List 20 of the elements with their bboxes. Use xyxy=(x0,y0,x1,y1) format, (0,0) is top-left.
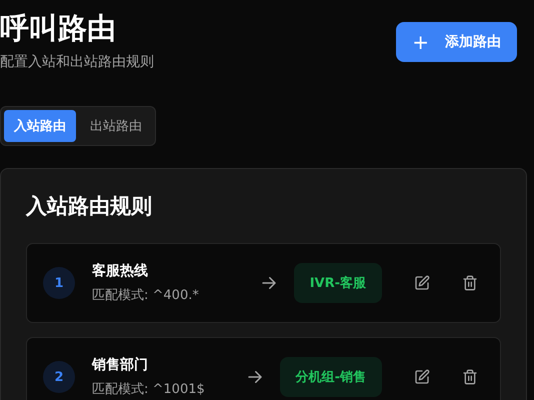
delete-icon[interactable] xyxy=(462,369,478,385)
page-title: 呼叫路由 xyxy=(0,10,117,47)
route-tab[interactable]: 出站路由 xyxy=(80,110,152,142)
delete-icon[interactable] xyxy=(462,275,478,291)
panel-title: 入站路由规则 xyxy=(26,193,153,220)
route-tab[interactable]: 入站路由 xyxy=(4,110,76,142)
route-target: 分机组-销售 xyxy=(280,357,382,397)
route-number: 1 xyxy=(43,267,75,299)
route-name: 销售部门 xyxy=(92,356,149,375)
add-route-button[interactable]: + 添加路由 xyxy=(396,22,517,62)
route-number: 2 xyxy=(43,361,75,393)
route-pattern: 匹配模式: ^400.* xyxy=(92,287,200,305)
page-subtitle: 配置入站和出站路由规则 xyxy=(0,53,154,72)
edit-icon[interactable] xyxy=(414,369,430,385)
route-target: IVR-客服 xyxy=(294,263,382,303)
route-name: 客服热线 xyxy=(92,262,149,281)
arrow-icon xyxy=(260,274,278,292)
arrow-icon xyxy=(246,368,264,386)
route-pattern: 匹配模式: ^1001$ xyxy=(92,381,206,399)
edit-icon[interactable] xyxy=(414,275,430,291)
